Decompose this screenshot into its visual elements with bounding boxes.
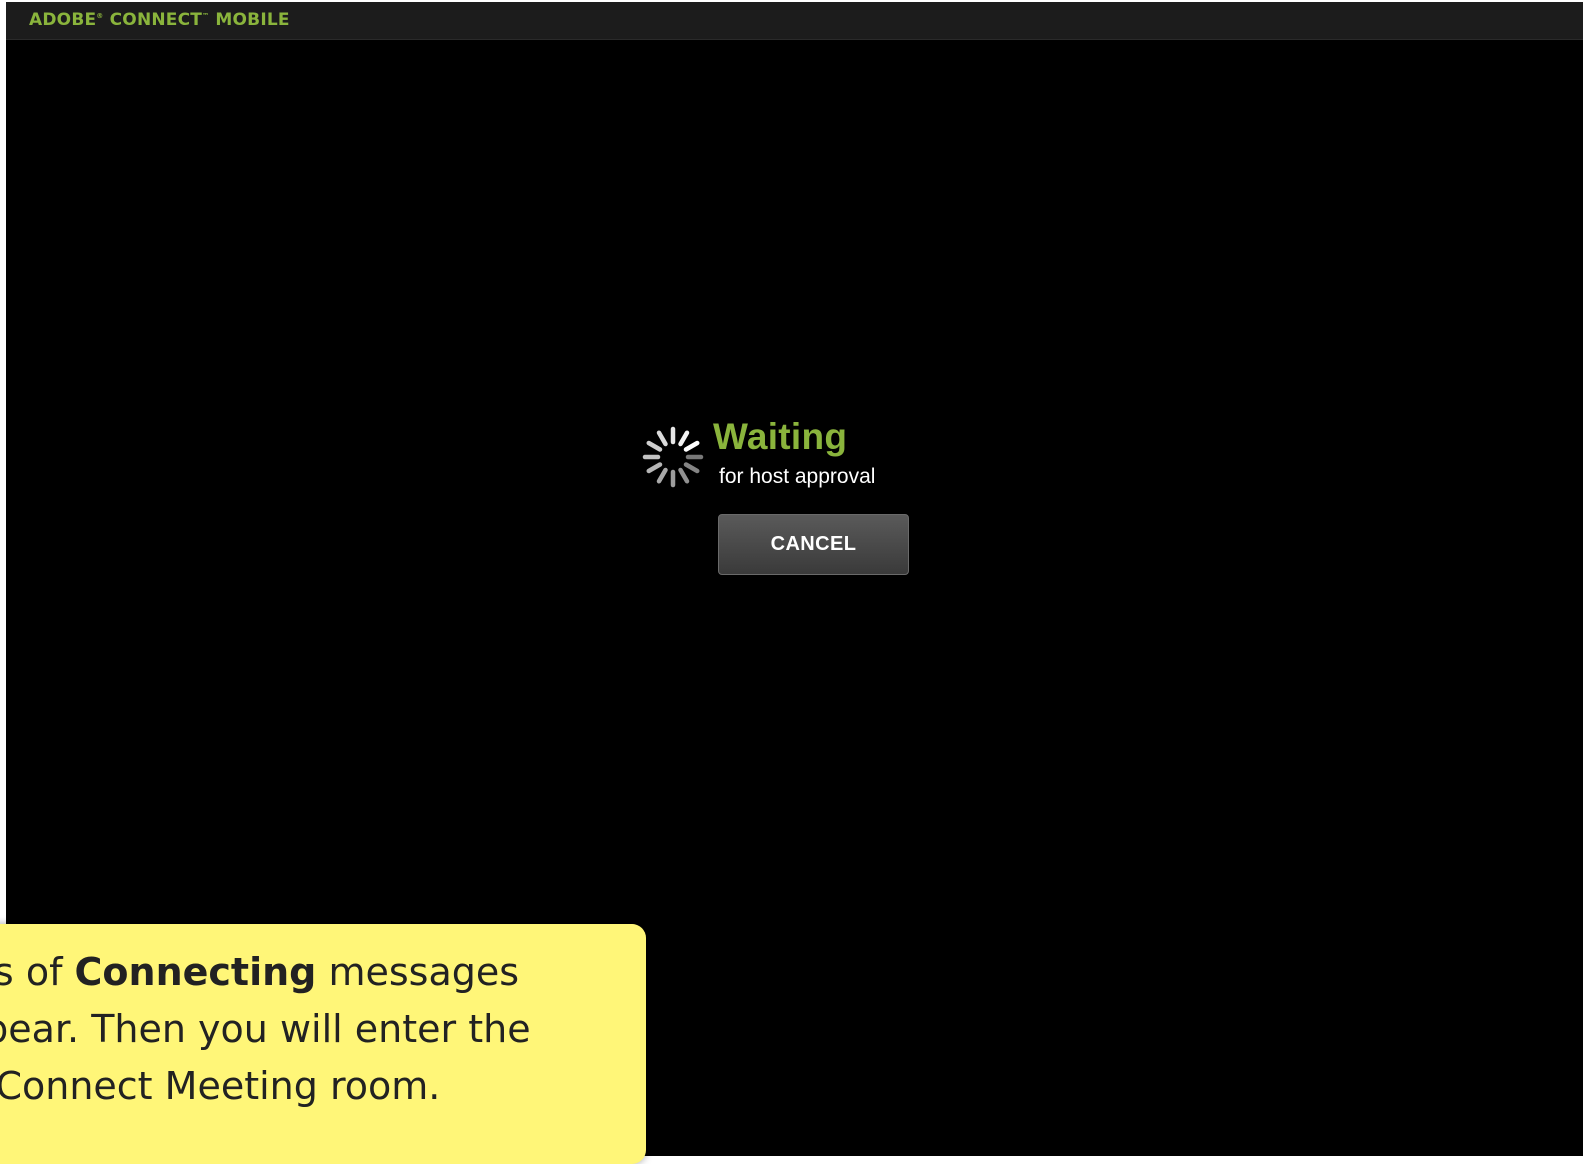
loading-spinner-icon xyxy=(642,426,704,488)
spinner-spoke xyxy=(646,462,663,474)
spinner-spoke xyxy=(656,430,668,447)
instruction-callout: ies of Connecting messages ppear. Then y… xyxy=(0,924,646,1164)
callout-line-2: ppear. Then you will enter the xyxy=(0,1007,531,1051)
cancel-button[interactable]: CANCEL xyxy=(718,514,909,575)
brand-part-3: MOBILE xyxy=(209,10,290,30)
spinner-spoke xyxy=(683,462,700,474)
spinner-spoke xyxy=(646,440,663,452)
spinner-spoke xyxy=(678,467,690,484)
spinner-spoke xyxy=(678,430,690,447)
brand-part-2: CONNECT xyxy=(103,10,203,30)
brand-part-1: ADOBE xyxy=(29,10,97,30)
callout-text: ies of Connecting messages ppear. Then y… xyxy=(0,944,600,1115)
title-bar: ADOBE® CONNECT™ MOBILE xyxy=(6,2,1583,40)
registered-mark: ® xyxy=(96,12,104,20)
callout-line-3: e Connect Meeting room. xyxy=(0,1064,441,1108)
waiting-title: Waiting xyxy=(713,416,848,457)
callout-line-1: ies of Connecting messages xyxy=(0,944,600,1001)
callout-line-1-prefix: ies of xyxy=(0,950,63,994)
spinner-spoke xyxy=(683,440,700,452)
callout-line-1-suffix: messages xyxy=(316,950,520,994)
waiting-subtitle: for host approval xyxy=(719,465,876,488)
trademark-mark: ™ xyxy=(202,12,210,20)
spinner-spoke xyxy=(656,467,668,484)
app-brand: ADOBE® CONNECT™ MOBILE xyxy=(29,10,290,30)
callout-line-1-bold: Connecting xyxy=(74,950,317,994)
